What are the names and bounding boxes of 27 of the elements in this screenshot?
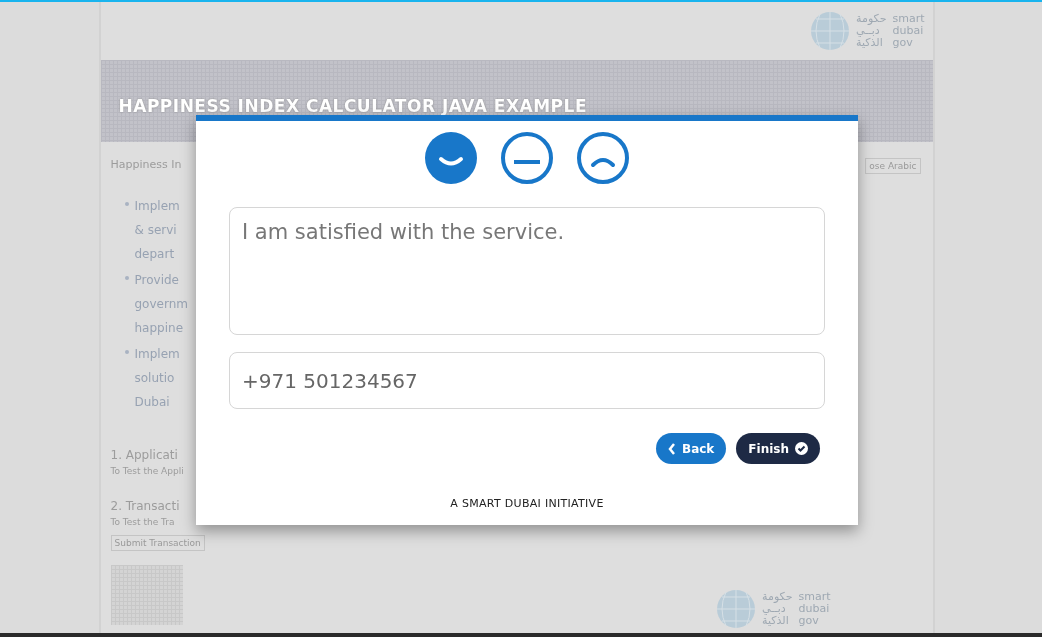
globe-icon [716,589,757,629]
bullet-dot [124,276,129,280]
globe-icon [810,11,851,51]
bullet-text: Implem solutio Dubai [134,346,180,411]
bullet-text: Implem & servi depart [134,198,180,263]
logo-text: smart dubai gov [892,13,925,49]
check-circle-icon [795,442,808,455]
logo-arabic-text: حكومة دبــي الذكية [762,591,793,627]
phone-field[interactable]: +971 501234567 [229,352,825,409]
bullet-dot [124,202,129,206]
section-heading: 2. Transacti [110,499,180,513]
logo-arabic-text: حكومة دبــي الذكية [856,13,887,49]
comment-field[interactable]: I am satisfied with the service. [229,207,825,335]
footer-text: A SMART DUBAI INITIATIVE [450,497,604,510]
section-text: To Test the Tra [110,517,175,527]
bullet-dot [124,350,129,354]
sad-face-button[interactable] [576,131,630,185]
neutral-face-button[interactable] [500,131,554,185]
finish-button[interactable]: Finish [736,433,820,464]
happy-face-button[interactable] [424,131,478,185]
section-text: To Test the Appli [110,466,184,476]
page-title: HAPPINESS INDEX CALCULATOR JAVA EXAMPLE [118,96,587,116]
bullet-text: Provide governm happine [134,272,188,337]
logo-text: smart dubai gov [798,591,831,627]
section-heading: 1. Applicati [110,448,178,462]
chevron-left-icon [668,442,676,455]
back-button[interactable]: Back [656,433,727,464]
